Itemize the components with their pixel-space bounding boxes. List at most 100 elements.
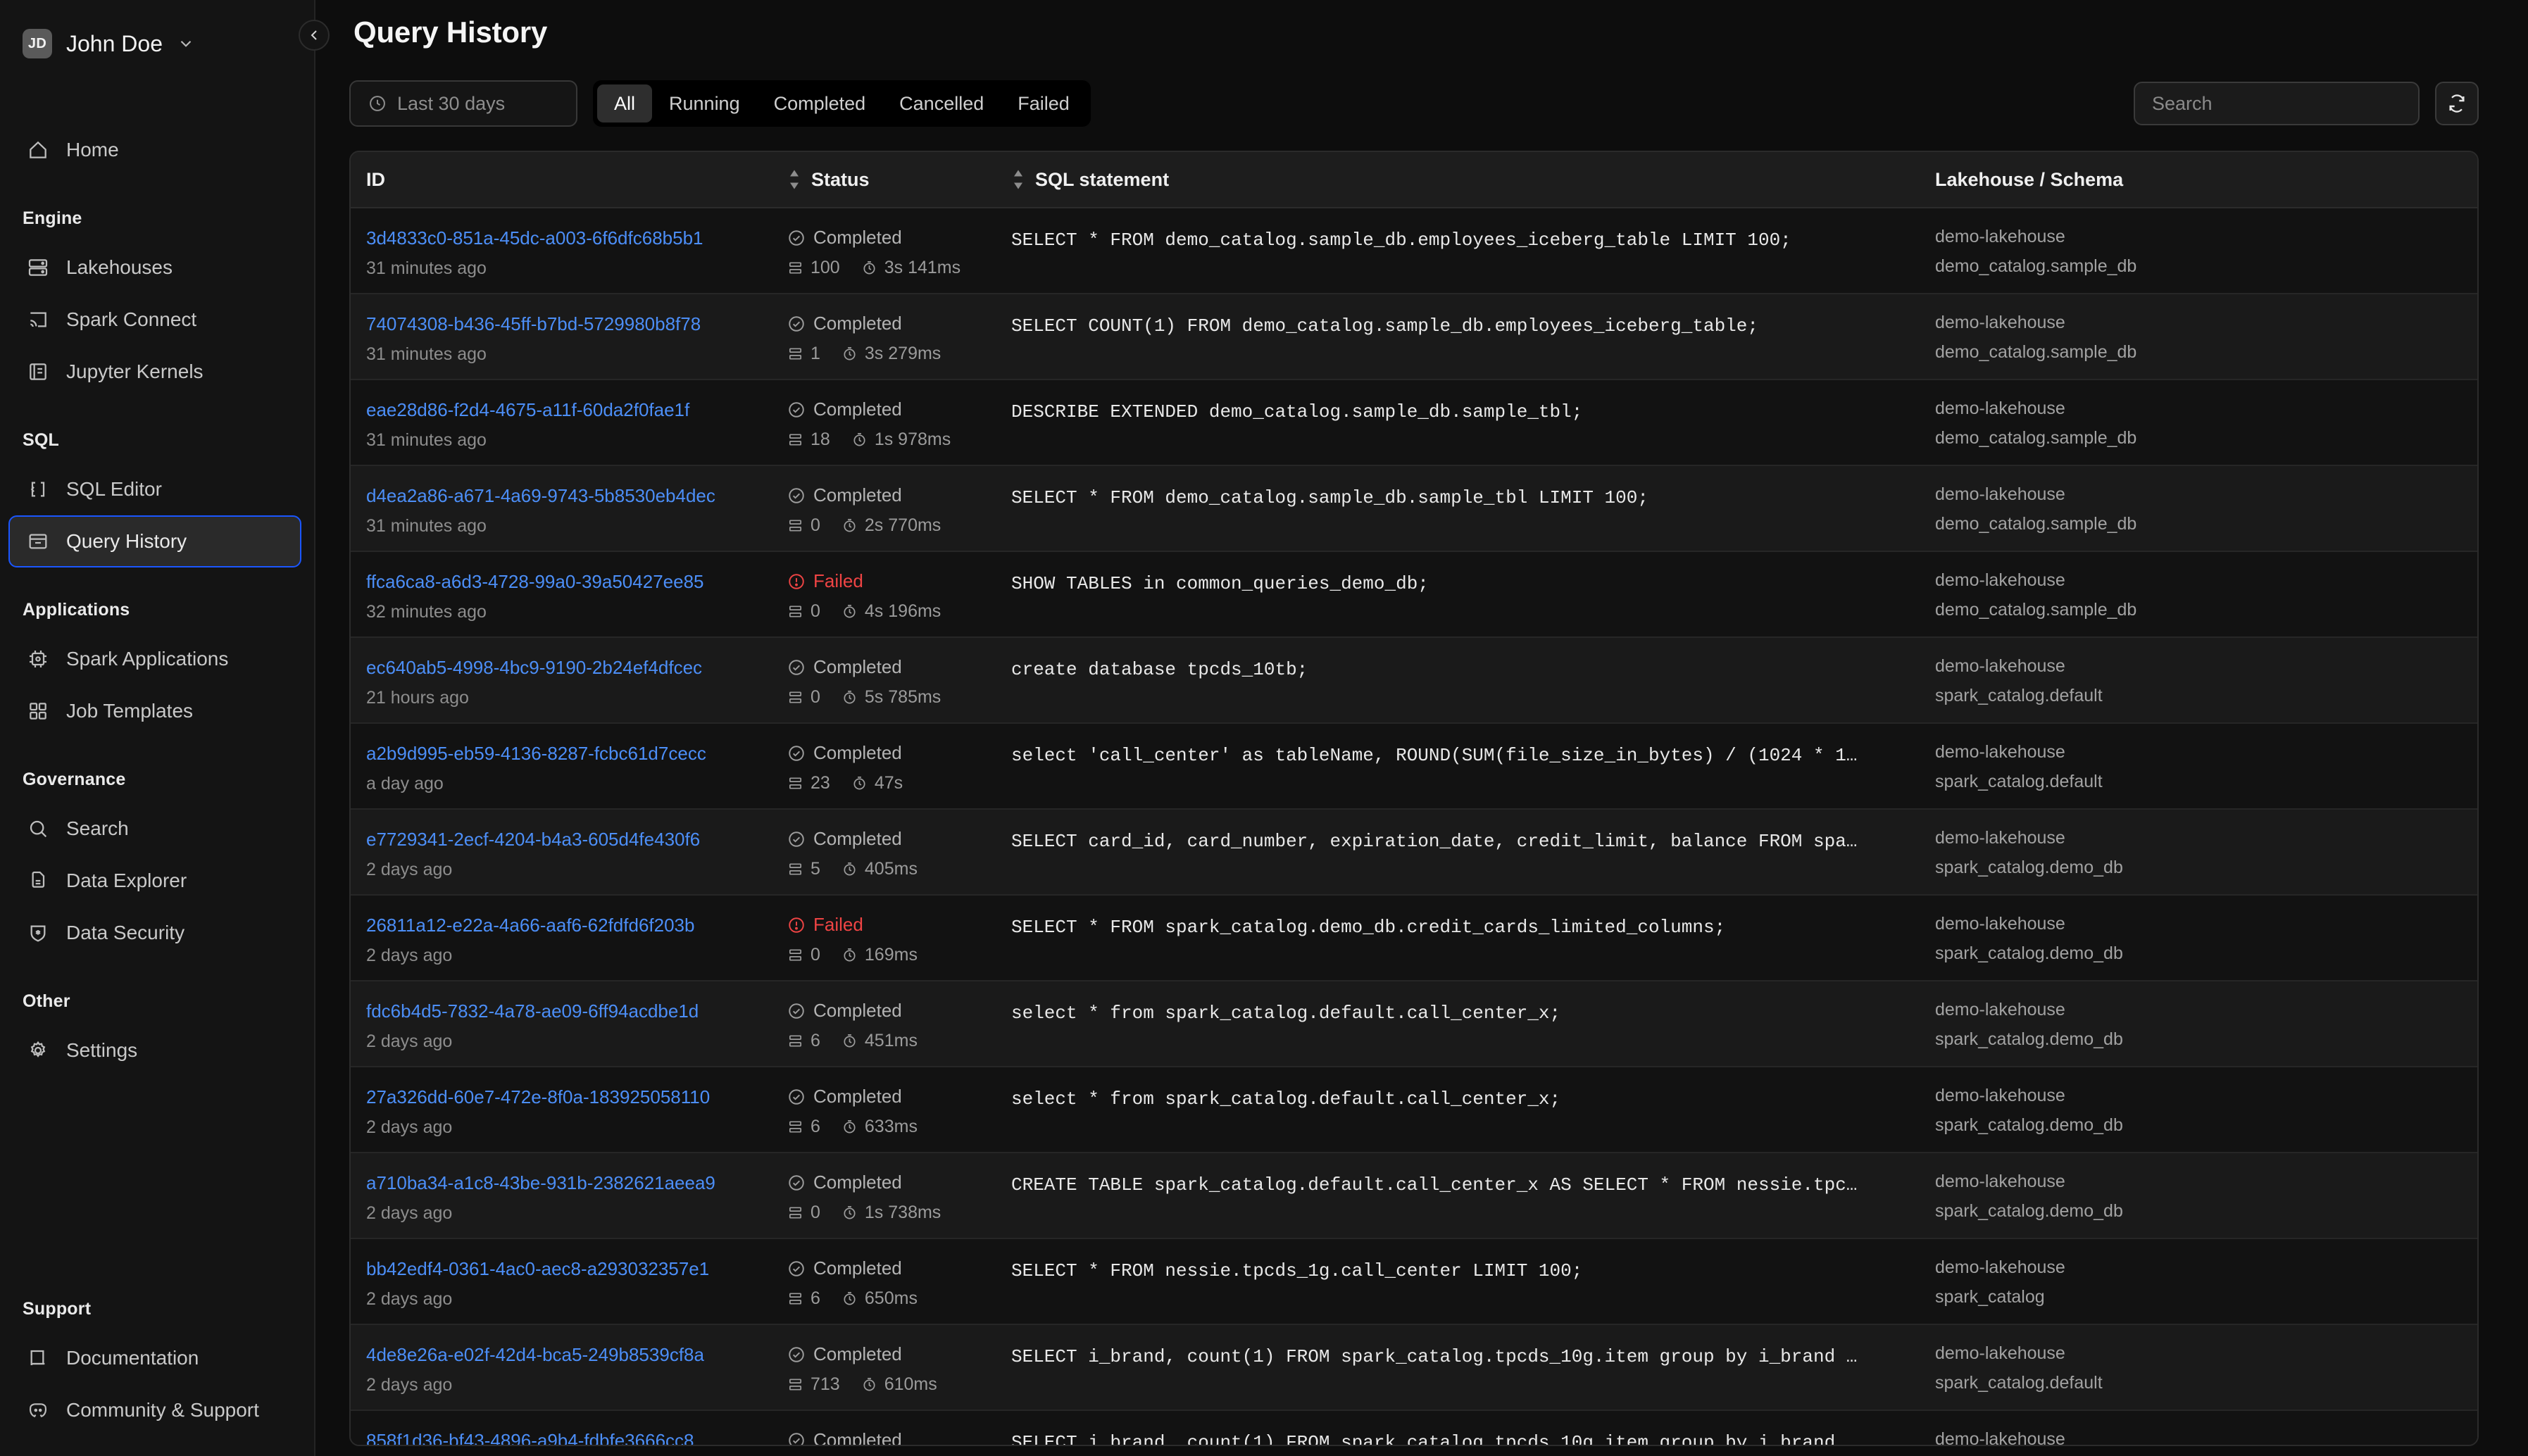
query-timestamp: 2 days ago (366, 1031, 453, 1051)
sidebar-item-label: SQL Editor (66, 478, 162, 500)
cell-id: 4de8e26a-e02f-42d4-bca5-249b8539cf8a 2 da… (351, 1325, 787, 1395)
sidebar-item-job-templates[interactable]: Job Templates (8, 685, 301, 737)
filter-completed[interactable]: Completed (757, 84, 883, 123)
filter-all[interactable]: All (597, 84, 653, 123)
query-id-link[interactable]: eae28d86-f2d4-4675-a11f-60da2f0fae1f (366, 398, 787, 422)
cell-lakehouse-schema: demo-lakehouse spark_catalog.demo_db (1935, 1153, 2477, 1222)
status-badge: Failed (813, 570, 863, 591)
lakehouse-name: demo-lakehouse (1935, 398, 2065, 418)
query-id-link[interactable]: bb42edf4-0361-4ac0-aec8-a293032357e1 (366, 1257, 787, 1281)
sidebar-item-documentation[interactable]: Documentation (8, 1332, 301, 1384)
query-id-link[interactable]: fdc6b4d5-7832-4a78-ae09-6ff94acdbe1d (366, 1000, 787, 1023)
query-id-link[interactable]: 27a326dd-60e7-472e-8f0a-183925058110 (366, 1086, 787, 1109)
query-id-link[interactable]: ffca6ca8-a6d3-4728-99a0-39a50427ee85 (366, 570, 787, 594)
duration-icon (841, 947, 858, 963)
cell-id: e7729341-2ecf-4204-b4a3-605d4fe430f6 2 da… (351, 810, 787, 880)
query-timestamp: 2 days ago (366, 1203, 453, 1223)
sidebar-item-community-support[interactable]: Community & Support (8, 1384, 301, 1436)
table-row[interactable]: ec640ab5-4998-4bc9-9190-2b24ef4dfcec 21 h… (351, 638, 2477, 724)
query-id-link[interactable]: a710ba34-a1c8-43be-931b-2382621aeea9 (366, 1172, 787, 1195)
query-history-table: ID Status SQL statement Lakehouse / Sche… (349, 151, 2479, 1446)
query-timestamp: 2 days ago (366, 1374, 453, 1395)
query-id-link[interactable]: 74074308-b436-45ff-b7bd-5729980b8f78 (366, 313, 787, 336)
search-input[interactable] (2134, 82, 2420, 125)
rows-icon (787, 861, 803, 877)
sidebar-collapse-button[interactable] (299, 20, 330, 51)
query-id-link[interactable]: e7729341-2ecf-4204-b4a3-605d4fe430f6 (366, 828, 787, 851)
check-circle-icon (787, 830, 806, 848)
filter-cancelled[interactable]: Cancelled (882, 84, 1001, 123)
sidebar-item-jupyter-kernels[interactable]: Jupyter Kernels (8, 346, 301, 398)
sidebar-item-search[interactable]: Search (8, 803, 301, 855)
lakehouse-name: demo-lakehouse (1935, 1000, 2065, 1019)
table-row[interactable]: e7729341-2ecf-4204-b4a3-605d4fe430f6 2 da… (351, 810, 2477, 896)
sidebar-support: Support Documentation Community & Suppor… (0, 1267, 314, 1456)
query-id-link[interactable]: 3d4833c0-851a-45dc-a003-6f6dfc68b5b1 (366, 227, 787, 250)
rows-count: 713 (811, 1374, 840, 1394)
sidebar-item-home[interactable]: Home (8, 124, 301, 176)
rows-count: 0 (811, 515, 820, 535)
rows-icon (787, 1119, 803, 1135)
user-menu[interactable]: JD John Doe (0, 0, 314, 68)
cell-lakehouse-schema: demo-lakehouse spark_catalog.demo_db (1935, 896, 2477, 964)
column-header-lakehouse-schema[interactable]: Lakehouse / Schema (1935, 169, 2477, 191)
query-id-link[interactable]: ec640ab5-4998-4bc9-9190-2b24ef4dfcec (366, 656, 787, 679)
sidebar-item-query-history[interactable]: Query History (8, 515, 301, 567)
sidebar-item-sql-editor[interactable]: SQL Editor (8, 463, 301, 515)
refresh-icon (2446, 92, 2468, 115)
cell-status: Completed 0 5s 785ms (787, 638, 1006, 708)
lakehouse-name: demo-lakehouse (1935, 1343, 2065, 1363)
filter-running[interactable]: Running (652, 84, 757, 123)
cell-lakehouse-schema: demo-lakehouse demo_catalog.sample_db (1935, 294, 2477, 363)
column-header-id[interactable]: ID (351, 169, 787, 191)
table-row[interactable]: 4de8e26a-e02f-42d4-bca5-249b8539cf8a 2 da… (351, 1325, 2477, 1411)
table-row[interactable]: d4ea2a86-a671-4a69-9743-5b8530eb4dec 31 m… (351, 466, 2477, 552)
column-header-sql-statement[interactable]: SQL statement (1006, 169, 1935, 191)
query-timestamp: 2 days ago (366, 945, 453, 965)
duration-value: 610ms (884, 1374, 937, 1394)
cell-sql-statement: SELECT * FROM demo_catalog.sample_db.emp… (1011, 230, 1791, 251)
query-timestamp: 31 minutes ago (366, 344, 487, 364)
table-row[interactable]: 858f1d36-bf43-4896-a9b4-fdbfe3666cc8 Comp… (351, 1411, 2477, 1445)
status-badge: Completed (813, 1343, 902, 1364)
sidebar-item-data-security[interactable]: Data Security (8, 907, 301, 959)
sidebar-item-lakehouses[interactable]: Lakehouses (8, 241, 301, 294)
table-row[interactable]: a2b9d995-eb59-4136-8287-fcbc61d7cecc a da… (351, 724, 2477, 810)
query-id-link[interactable]: d4ea2a86-a671-4a69-9743-5b8530eb4dec (366, 484, 787, 508)
check-circle-icon (787, 401, 806, 419)
table-row[interactable]: 26811a12-e22a-4a66-aaf6-62fdfd6f203b 2 da… (351, 896, 2477, 981)
table-row[interactable]: ffca6ca8-a6d3-4728-99a0-39a50427ee85 32 m… (351, 552, 2477, 638)
query-id-link[interactable]: a2b9d995-eb59-4136-8287-fcbc61d7cecc (366, 742, 787, 765)
cell-lakehouse-schema: demo-lakehouse spark_catalog.default (1935, 724, 2477, 792)
chip-icon (27, 648, 49, 670)
sidebar-item-spark-applications[interactable]: Spark Applications (8, 633, 301, 685)
cell-sql-statement: select * from spark_catalog.default.call… (1011, 1088, 1561, 1110)
sidebar-item-settings[interactable]: Settings (8, 1024, 301, 1077)
sidebar-item-spark-connect[interactable]: Spark Connect (8, 294, 301, 346)
cell-status: Completed 0 1s 738ms (787, 1153, 1006, 1223)
query-id-link[interactable]: 858f1d36-bf43-4896-a9b4-fdbfe3666cc8 (366, 1429, 787, 1445)
query-id-link[interactable]: 26811a12-e22a-4a66-aaf6-62fdfd6f203b (366, 914, 787, 937)
duration-icon (841, 689, 858, 705)
table-row[interactable]: fdc6b4d5-7832-4a78-ae09-6ff94acdbe1d 2 da… (351, 981, 2477, 1067)
rows-icon (787, 260, 803, 276)
lakehouse-name: demo-lakehouse (1935, 1257, 2065, 1277)
duration-icon (861, 1376, 877, 1393)
table-row[interactable]: eae28d86-f2d4-4675-a11f-60da2f0fae1f 31 m… (351, 380, 2477, 466)
search-icon (27, 817, 49, 840)
documents-icon (27, 870, 49, 892)
date-range-picker[interactable]: Last 30 days (349, 80, 577, 127)
table-row[interactable]: a710ba34-a1c8-43be-931b-2382621aeea9 2 da… (351, 1153, 2477, 1239)
table-row[interactable]: 74074308-b436-45ff-b7bd-5729980b8f78 31 m… (351, 294, 2477, 380)
refresh-button[interactable] (2435, 82, 2479, 125)
cell-status: Completed 5 405ms (787, 810, 1006, 879)
app-root: JD John Doe Home Engine Lakehouses Spark… (0, 0, 2528, 1456)
table-row[interactable]: 3d4833c0-851a-45dc-a003-6f6dfc68b5b1 31 m… (351, 208, 2477, 294)
table-row[interactable]: 27a326dd-60e7-472e-8f0a-183925058110 2 da… (351, 1067, 2477, 1153)
filter-failed[interactable]: Failed (1001, 84, 1087, 123)
table-row[interactable]: bb42edf4-0361-4ac0-aec8-a293032357e1 2 da… (351, 1239, 2477, 1325)
column-header-status[interactable]: Status (787, 169, 1006, 191)
status-badge: Completed (813, 398, 902, 420)
sidebar-item-data-explorer[interactable]: Data Explorer (8, 855, 301, 907)
query-id-link[interactable]: 4de8e26a-e02f-42d4-bca5-249b8539cf8a (366, 1343, 787, 1367)
